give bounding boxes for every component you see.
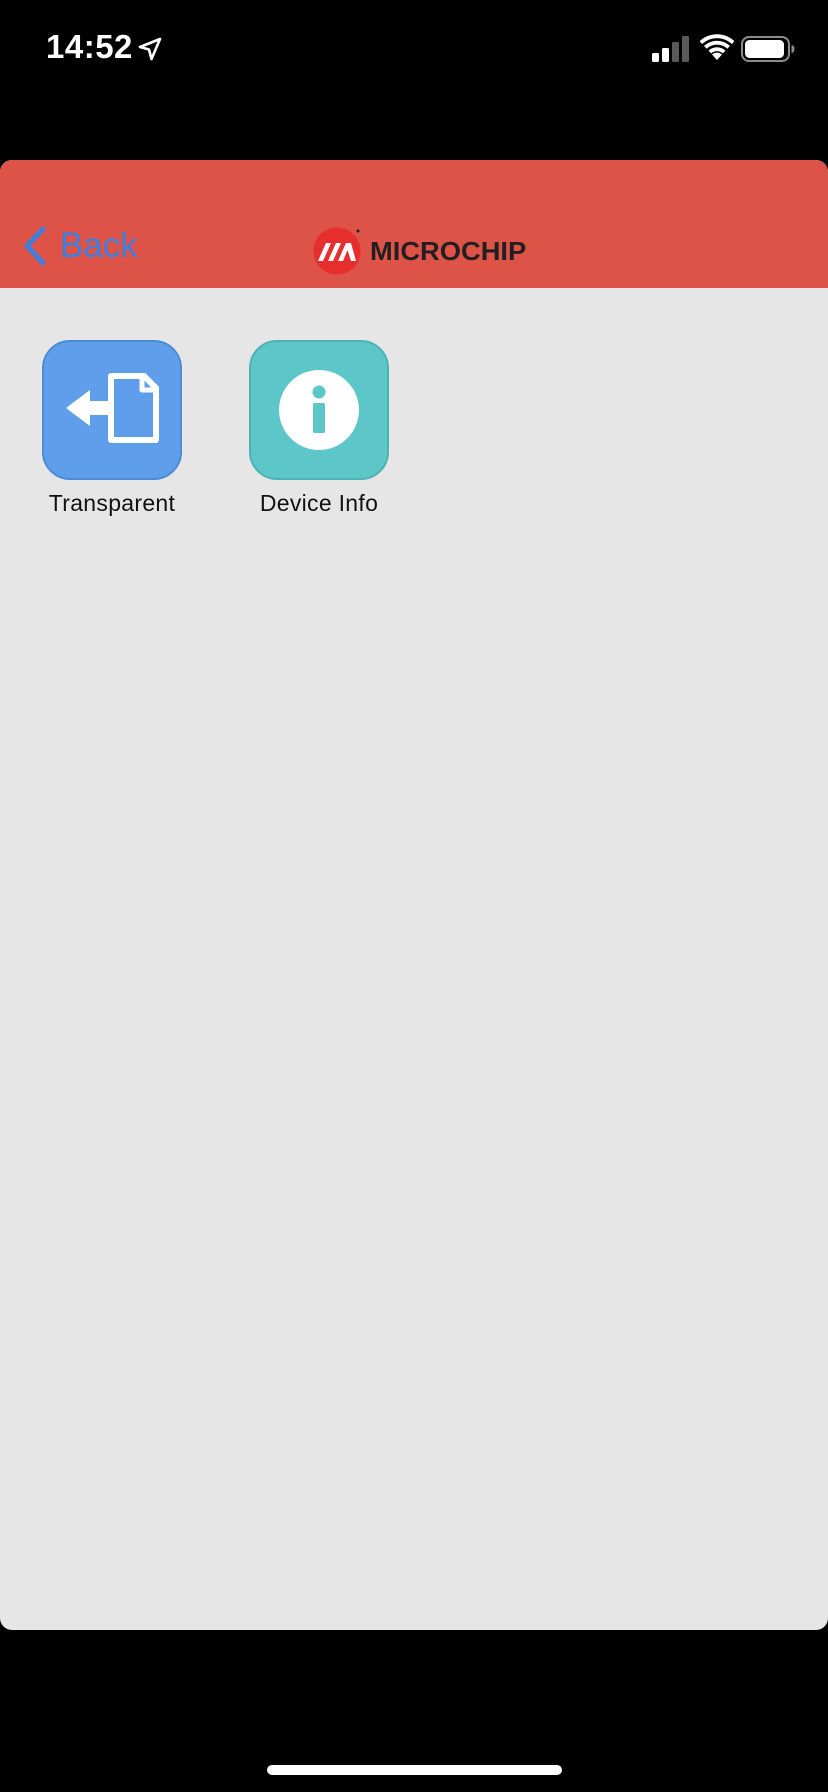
status-bar: 14:52 xyxy=(0,0,828,100)
info-icon xyxy=(279,370,359,450)
service-label-device-info: Device Info xyxy=(259,490,379,516)
service-device-info[interactable]: Device Info xyxy=(219,340,419,517)
service-tile-device-info[interactable] xyxy=(249,340,389,480)
service-label-transparent: Transparent xyxy=(48,490,176,516)
location-arrow-icon xyxy=(138,37,162,61)
service-transparent[interactable]: Transparent xyxy=(12,340,212,517)
phone-screen: 14:52 Back MICROCHIP Transparent Device … xyxy=(0,0,828,1792)
cellular-signal-icon xyxy=(652,36,689,62)
home-indicator[interactable] xyxy=(267,1765,562,1775)
status-time: 14:52 xyxy=(46,28,133,65)
battery-icon xyxy=(741,36,795,62)
back-label: Back xyxy=(60,226,138,265)
nav-bar: Back MICROCHIP xyxy=(0,160,828,288)
back-button[interactable]: Back xyxy=(22,222,138,270)
wifi-icon xyxy=(700,34,734,60)
file-transfer-icon xyxy=(66,373,159,443)
brand-name: MICROCHIP xyxy=(370,236,527,266)
microchip-logo-mark-icon xyxy=(313,227,361,275)
service-tile-transparent[interactable] xyxy=(42,340,182,480)
microchip-logo: MICROCHIP xyxy=(312,226,526,276)
chevron-left-icon xyxy=(24,226,46,266)
app-sheet: Back MICROCHIP Transparent Device Info xyxy=(0,160,828,1630)
